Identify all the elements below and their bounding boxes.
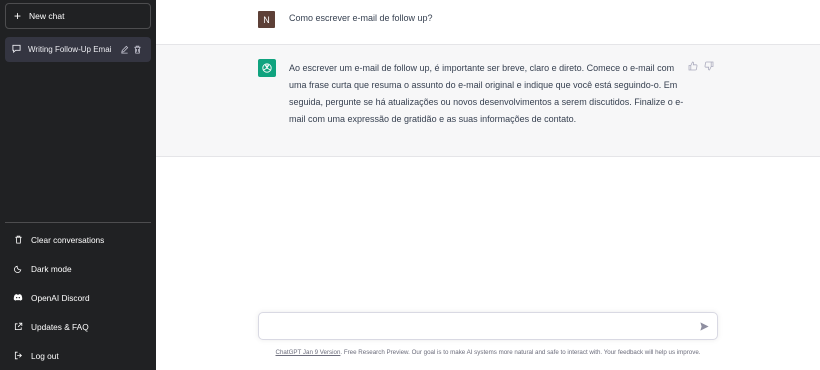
edit-icon[interactable] (120, 45, 129, 54)
user-message-text: Como escrever e-mail de follow up? (289, 13, 433, 23)
sidebar: + New chat Writing Follow-Up Emai Clear … (0, 0, 156, 370)
assistant-message-row: Ao escrever um e-mail de follow up, é im… (156, 45, 820, 157)
version-link[interactable]: ChatGPT Jan 9 Version (276, 349, 341, 356)
footer-text: . Free Research Preview. Our goal is to … (340, 349, 701, 356)
message-composer (258, 312, 718, 340)
thumbs-up-icon[interactable] (688, 61, 698, 71)
discord-icon (12, 293, 24, 302)
external-link-icon (12, 322, 24, 331)
updates-faq-link[interactable]: Updates & FAQ (5, 312, 151, 341)
chat-bubble-icon (12, 44, 21, 55)
new-chat-button[interactable]: + New chat (5, 3, 151, 29)
clear-conversations-label: Clear conversations (31, 234, 105, 245)
delete-icon[interactable] (133, 45, 142, 54)
sidebar-chat-item[interactable]: Writing Follow-Up Emai (5, 37, 151, 62)
sidebar-divider (5, 222, 151, 223)
user-avatar: N (258, 11, 275, 28)
chat-title: Writing Follow-Up Emai (28, 45, 112, 54)
updates-faq-label: Updates & FAQ (31, 321, 89, 332)
feedback-buttons (688, 61, 714, 71)
send-icon[interactable] (699, 321, 710, 332)
new-chat-label: New chat (29, 11, 65, 21)
assistant-message-text: Ao escrever um e-mail de follow up, é im… (289, 63, 684, 124)
footer-disclaimer: ChatGPT Jan 9 Version. Free Research Pre… (156, 349, 820, 356)
thumbs-down-icon[interactable] (704, 61, 714, 71)
openai-discord-link[interactable]: OpenAI Discord (5, 283, 151, 312)
user-message-row: N Como escrever e-mail de follow up? (156, 0, 820, 45)
message-input[interactable] (267, 319, 687, 335)
sidebar-menu: Clear conversations Dark mode OpenAI Dis… (5, 225, 151, 370)
dark-mode-label: Dark mode (31, 263, 72, 274)
openai-discord-label: OpenAI Discord (31, 292, 90, 303)
clear-conversations-button[interactable]: Clear conversations (5, 225, 151, 254)
logout-icon (12, 351, 24, 360)
moon-icon (12, 264, 24, 273)
log-out-label: Log out (31, 350, 59, 361)
log-out-button[interactable]: Log out (5, 341, 151, 370)
dark-mode-button[interactable]: Dark mode (5, 254, 151, 283)
plus-icon: + (14, 9, 22, 23)
chat-main: N Como escrever e-mail de follow up? Ao … (156, 0, 820, 370)
openai-logo-icon (258, 59, 276, 77)
trash-icon (12, 235, 24, 244)
